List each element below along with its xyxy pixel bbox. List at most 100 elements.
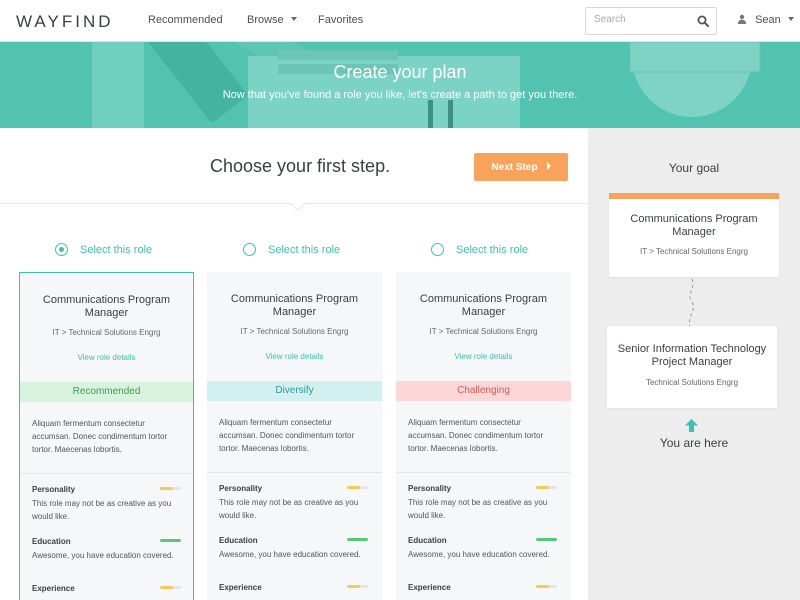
metric-experience: Experience	[219, 583, 371, 592]
select-role-radio-3[interactable]: Select this role	[431, 243, 528, 256]
select-role-radio-1[interactable]: Select this role	[55, 243, 152, 256]
current-role-path: Technical Solutions Engrg	[645, 378, 739, 387]
metric-personality: Personality This role may not be as crea…	[408, 484, 560, 522]
metric-education: Education Awesome, you have education co…	[408, 536, 560, 561]
search-input[interactable]	[594, 14, 694, 25]
role-description: Aliquam fermentum consectetur accumsan. …	[219, 418, 355, 453]
metric-bar	[347, 486, 368, 489]
goal-card[interactable]: Communications Program Manager IT > Tech…	[609, 193, 779, 277]
hero-title: Create your plan	[333, 62, 467, 82]
user-icon	[737, 14, 747, 25]
next-step-button[interactable]: Next Step	[474, 153, 568, 181]
role-tag-badge: Diversify	[207, 381, 382, 401]
top-nav: WAYFIND Recommended Browse Favorites Sea…	[0, 0, 800, 42]
view-role-details-link[interactable]: View role details	[207, 352, 382, 361]
role-title: Communications Program Manager	[419, 293, 548, 318]
goal-role-title: Communications Program Manager	[630, 213, 758, 238]
nav-link-browse[interactable]: Browse	[247, 14, 297, 26]
user-menu[interactable]: Sean	[737, 14, 794, 26]
metric-bar	[160, 487, 181, 490]
role-card[interactable]: Communications Program Manager IT > Tech…	[207, 272, 382, 600]
steps-header: Choose your first step. Next Step	[0, 128, 588, 204]
metric-education: Education Awesome, you have education co…	[32, 537, 184, 562]
nav-link-favorites[interactable]: Favorites	[318, 14, 363, 26]
goal-title: Your goal	[668, 161, 720, 175]
metric-text: This role may not be as creative as you …	[408, 498, 548, 520]
metric-text: This role may not be as creative as you …	[219, 498, 359, 520]
select-role-label: Select this role	[80, 243, 153, 256]
next-step-label: Next Step	[491, 161, 538, 173]
radio-checked-icon	[55, 243, 68, 256]
you-are-here-label: You are here	[659, 436, 729, 450]
logo-text-part1: WAY	[16, 12, 62, 31]
metric-text: Awesome, you have education covered.	[219, 550, 361, 559]
hero-banner: Create your plan Now that you've found a…	[0, 42, 800, 128]
view-role-details-link[interactable]: View role details	[396, 352, 571, 361]
metric-bar-fill	[347, 486, 360, 489]
search-box	[585, 7, 717, 35]
select-role-label: Select this role	[456, 243, 529, 256]
metric-personality: Personality This role may not be as crea…	[219, 484, 371, 522]
role-card[interactable]: Communications Program Manager IT > Tech…	[19, 272, 194, 600]
metric-bar-fill	[536, 486, 549, 489]
current-role-title: Senior Information Technology Project Ma…	[617, 343, 767, 368]
role-title: Communications Program Manager	[230, 293, 359, 318]
metric-bar	[347, 538, 368, 541]
user-name: Sean	[755, 14, 781, 26]
metric-bar-fill	[536, 585, 549, 588]
metric-bar-fill	[160, 539, 181, 542]
metric-bar-fill	[347, 585, 360, 588]
role-tag-badge: Challenging	[396, 381, 571, 401]
view-role-details-link[interactable]: View role details	[20, 353, 193, 362]
metric-bar-fill	[160, 487, 173, 490]
metric-education: Education Awesome, you have education co…	[219, 536, 371, 561]
metric-text: This role may not be as creative as you …	[32, 499, 172, 521]
role-description: Aliquam fermentum consectetur accumsan. …	[32, 419, 168, 454]
metric-bar	[347, 585, 368, 588]
divider	[20, 473, 193, 474]
path-connector	[688, 278, 694, 328]
search-icon[interactable]	[697, 15, 709, 27]
steps-panel: Choose your first step. Next Step Select…	[0, 128, 588, 600]
metric-bar	[536, 486, 557, 489]
chevron-down-icon	[290, 17, 297, 22]
role-title: Communications Program Manager	[42, 294, 171, 319]
metric-personality: Personality This role may not be as crea…	[32, 485, 184, 523]
wayfind-logo[interactable]: WAYFIND	[16, 12, 114, 32]
metric-experience: Experience	[32, 584, 184, 593]
metric-bar	[536, 538, 557, 541]
metric-bar	[160, 539, 181, 542]
browse-label: Browse	[247, 14, 284, 26]
goal-sidebar: Your goal Communications Program Manager…	[588, 128, 800, 600]
steps-title: Choose your first step.	[210, 156, 391, 176]
metric-bar-fill	[536, 538, 557, 541]
divider	[396, 472, 571, 473]
goal-role-path: IT > Technical Solutions Engrg	[640, 247, 748, 256]
metric-experience: Experience	[408, 583, 560, 592]
radio-unchecked-icon	[243, 243, 256, 256]
logo-text-part2: FIND	[61, 12, 114, 31]
current-role-card[interactable]: Senior Information Technology Project Ma…	[607, 326, 777, 408]
chevron-right-icon	[546, 161, 551, 170]
role-description: Aliquam fermentum consectetur accumsan. …	[408, 418, 544, 453]
arrow-up-icon	[685, 419, 698, 432]
role-path: IT > Technical Solutions Engrg	[429, 327, 538, 336]
metric-bar-fill	[347, 538, 368, 541]
metric-text: Awesome, you have education covered.	[32, 551, 174, 560]
nav-link-recommended[interactable]: Recommended	[148, 14, 223, 26]
divider	[207, 472, 382, 473]
metric-bar-fill	[160, 586, 173, 589]
select-role-label: Select this role	[268, 243, 341, 256]
metric-text: Awesome, you have education covered.	[408, 550, 550, 559]
radio-unchecked-icon	[431, 243, 444, 256]
role-tag-badge: Recommended	[20, 382, 193, 402]
metric-bar	[160, 586, 181, 589]
select-role-radio-2[interactable]: Select this role	[243, 243, 340, 256]
role-path: IT > Technical Solutions Engrg	[52, 328, 161, 337]
hero-subtitle: Now that you've found a role you like, l…	[222, 89, 578, 101]
metric-bar	[536, 585, 557, 588]
chevron-down-icon	[787, 17, 794, 22]
role-card[interactable]: Communications Program Manager IT > Tech…	[396, 272, 571, 600]
hero-illustration	[92, 42, 761, 128]
role-path: IT > Technical Solutions Engrg	[240, 327, 349, 336]
